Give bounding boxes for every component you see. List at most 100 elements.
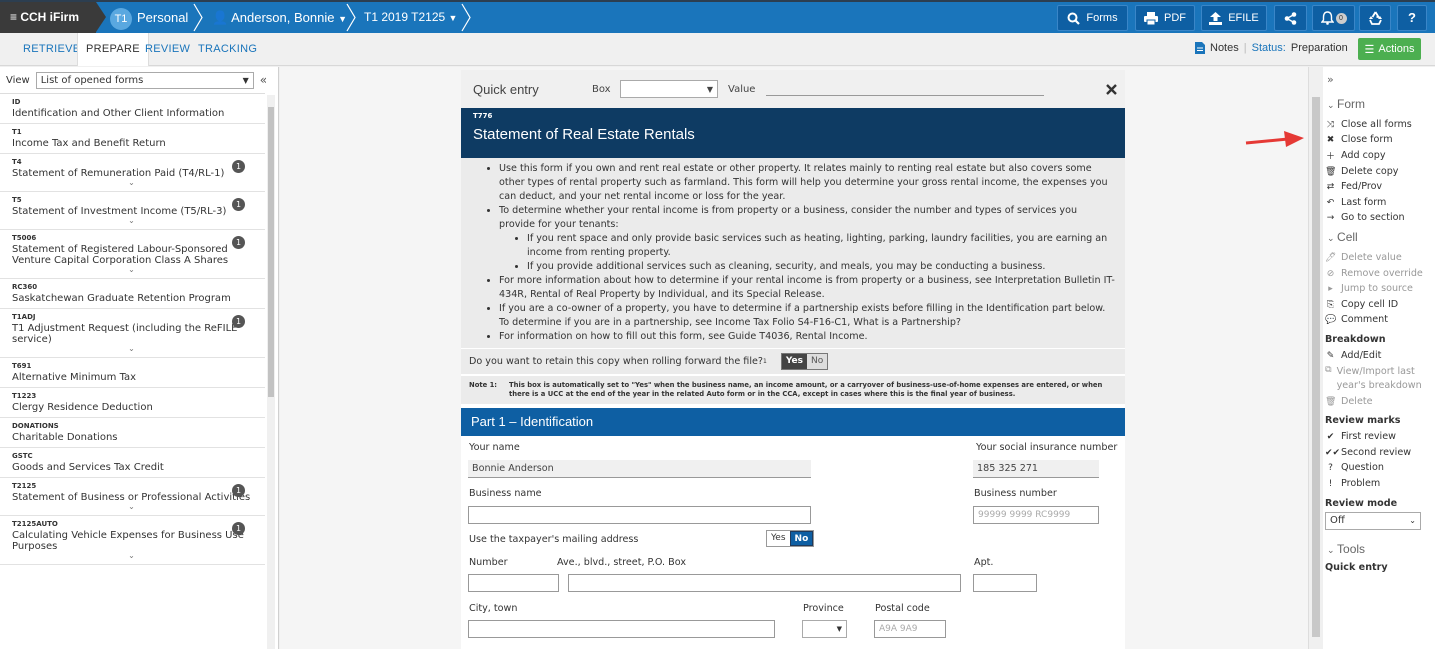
form-list-item[interactable]: GSTC Goods and Services Tax Credit <box>0 448 265 478</box>
client-breadcrumb[interactable]: 👤 Anderson, Bonnie ▼ <box>212 2 347 33</box>
pdf-button[interactable]: PDF <box>1135 5 1195 31</box>
remove-override-action[interactable]: ⊘ Remove override <box>1325 266 1435 282</box>
retain-no[interactable]: No <box>806 354 828 369</box>
expand-chevron-icon[interactable]: ⌄ <box>12 345 251 353</box>
tab-retrieve[interactable]: RETRIEVE <box>23 33 80 66</box>
review-mode-select[interactable]: Off ⌄ <box>1325 511 1421 530</box>
box-select[interactable]: ▼ <box>620 80 718 98</box>
expand-panel-icon[interactable]: » <box>1327 67 1435 93</box>
delete-value-action[interactable]: 🖊 Delete value <box>1325 250 1435 266</box>
expand-chevron-icon[interactable]: ⌄ <box>12 179 251 187</box>
form-list-item[interactable]: ID Identification and Other Client Inform… <box>0 94 265 124</box>
form-list-item[interactable]: T5006 Statement of Registered Labour-Spon… <box>0 230 265 279</box>
module-breadcrumb[interactable]: T1 Personal <box>110 2 188 33</box>
tools-section-header[interactable]: ⌄ Tools <box>1327 542 1435 556</box>
city-input[interactable] <box>468 620 775 638</box>
action-label: Fed/Prov <box>1341 181 1383 193</box>
second-review-action[interactable]: ✔✔ Second review <box>1325 445 1435 461</box>
sin-field: 185 325 271 <box>973 460 1099 478</box>
close-form-action[interactable]: ✖ Close form <box>1325 133 1435 149</box>
form-section-header[interactable]: ⌄ Form <box>1327 97 1435 111</box>
first-review-action[interactable]: ✔ First review <box>1325 429 1435 445</box>
status-value[interactable]: Preparation <box>1291 42 1348 54</box>
close-all-forms-action[interactable]: ⤨ Close all forms <box>1325 117 1435 133</box>
form-list-item[interactable]: T1ADJ T1 Adjustment Request (including th… <box>0 309 265 358</box>
left-scrollbar[interactable] <box>267 95 275 649</box>
jump-to-source-action[interactable]: ▸ Jump to source <box>1325 281 1435 297</box>
view-select-value: List of opened forms <box>40 74 144 86</box>
breakdown-actions: ✎ Add/Edit ⧉ View/Import last year's breakd… <box>1325 348 1435 409</box>
notes-link[interactable]: Notes <box>1210 42 1239 54</box>
scrollbar-thumb[interactable] <box>268 107 274 397</box>
retain-yes[interactable]: Yes <box>781 354 807 369</box>
quick-entry-tool[interactable]: Quick entry <box>1325 562 1435 573</box>
collapse-panel-icon[interactable]: « <box>260 73 267 87</box>
upload-icon <box>1209 11 1223 25</box>
add-edit-action[interactable]: ✎ Add/Edit <box>1325 348 1435 364</box>
tab-tracking[interactable]: TRACKING <box>198 33 257 66</box>
tab-prepare[interactable]: PREPARE <box>77 33 149 66</box>
problem-action[interactable]: ! Problem <box>1325 476 1435 492</box>
mailing-address-toggle[interactable]: Yes No <box>766 530 815 547</box>
share-button[interactable] <box>1274 5 1307 31</box>
form-list-item[interactable]: T4 Statement of Remuneration Paid (T4/RL-… <box>0 154 265 192</box>
recycle-button[interactable] <box>1359 5 1391 31</box>
expand-chevron-icon[interactable]: ⌄ <box>12 266 251 274</box>
copy-cell-id-action[interactable]: ⎘ Copy cell ID <box>1325 297 1435 313</box>
view-import-last-year-s-breakdown-action[interactable]: ⧉ View/Import last year's breakdown <box>1325 365 1435 393</box>
form-list-item[interactable]: T5 Statement of Investment Income (T5/RL-… <box>0 192 265 230</box>
review-mode-value: Off <box>1330 515 1345 527</box>
efile-button[interactable]: EFILE <box>1201 5 1267 31</box>
note-1: Note 1: This box is automatically set to … <box>461 376 1125 404</box>
form-list-item[interactable]: DONATIONS Charitable Donations <box>0 418 265 448</box>
expand-chevron-icon[interactable]: ⌄ <box>12 552 251 560</box>
mailing-no[interactable]: No <box>789 531 814 546</box>
form-list-item[interactable]: T2125 Statement of Business or Profession… <box>0 478 265 516</box>
app-menu-button[interactable]: ≡ CCH iFirm <box>0 2 96 33</box>
street-input[interactable] <box>568 574 961 592</box>
close-icon[interactable] <box>1106 83 1117 95</box>
comment-action[interactable]: 💬 Comment <box>1325 313 1435 329</box>
view-select[interactable]: List of opened forms ▼ <box>35 71 254 89</box>
form-list-item[interactable]: T1223 Clergy Residence Deduction <box>0 388 265 418</box>
fed-prov-action[interactable]: ⇄ Fed/Prov <box>1325 179 1435 195</box>
view-label: View <box>6 74 30 86</box>
form-list-item[interactable]: RC360 Saskatchewan Graduate Retention Pro… <box>0 279 265 309</box>
delete-action[interactable]: 🗑 Delete <box>1325 394 1435 410</box>
actions-button[interactable]: ☰ Actions <box>1358 38 1421 60</box>
last-form-action[interactable]: ↶ Last form <box>1325 195 1435 211</box>
form-list-item[interactable]: T2125AUTO Calculating Vehicle Expenses fo… <box>0 516 265 565</box>
value-input[interactable] <box>766 82 1044 96</box>
form-code: DONATIONS <box>12 422 59 430</box>
province-select[interactable]: ▼ <box>802 620 847 638</box>
apt-input[interactable] <box>973 574 1037 592</box>
go-to-section-action[interactable]: → Go to section <box>1325 211 1435 227</box>
forms-list-panel: View List of opened forms ▼ « ID Identific… <box>0 67 279 649</box>
return-breadcrumb[interactable]: T1 2019 T2125 ▼ <box>364 2 457 33</box>
expand-chevron-icon[interactable]: ⌄ <box>12 217 251 225</box>
cell-section-header[interactable]: ⌄ Cell <box>1327 230 1435 244</box>
retain-toggle[interactable]: Yes No <box>780 353 829 370</box>
expand-chevron-icon[interactable]: ⌄ <box>12 503 251 511</box>
business-number-input[interactable]: 99999 9999 RC9999 <box>973 506 1099 524</box>
instruction-item: For information on how to fill out this … <box>499 330 1115 344</box>
business-name-input[interactable] <box>468 506 811 524</box>
notifications-button[interactable]: 0 <box>1312 5 1355 31</box>
postal-code-input[interactable]: A9A 9A9 <box>874 620 946 638</box>
form-list-item[interactable]: T691 Alternative Minimum Tax <box>0 358 265 388</box>
delete-copy-action[interactable]: 🗑 Delete copy <box>1325 164 1435 180</box>
add-copy-action[interactable]: ＋ Add copy <box>1325 148 1435 164</box>
form-title: Statement of Real Estate Rentals <box>473 126 695 143</box>
tab-review[interactable]: REVIEW <box>145 33 190 66</box>
scrollbar-thumb[interactable] <box>1312 97 1320 637</box>
question-action[interactable]: ? Question <box>1325 461 1435 477</box>
mailing-yes[interactable]: Yes <box>767 531 790 546</box>
form-code: GSTC <box>12 452 33 460</box>
number-input[interactable] <box>468 574 559 592</box>
forms-button[interactable]: Forms <box>1057 5 1128 31</box>
quick-entry-bar: Quick entry Box ▼ Value <box>461 70 1125 108</box>
help-button[interactable]: ? <box>1397 5 1427 31</box>
form-list-item[interactable]: T1 Income Tax and Benefit Return <box>0 124 265 154</box>
action-label: Jump to source <box>1341 283 1413 295</box>
right-scrollbar[interactable] <box>1309 67 1323 649</box>
